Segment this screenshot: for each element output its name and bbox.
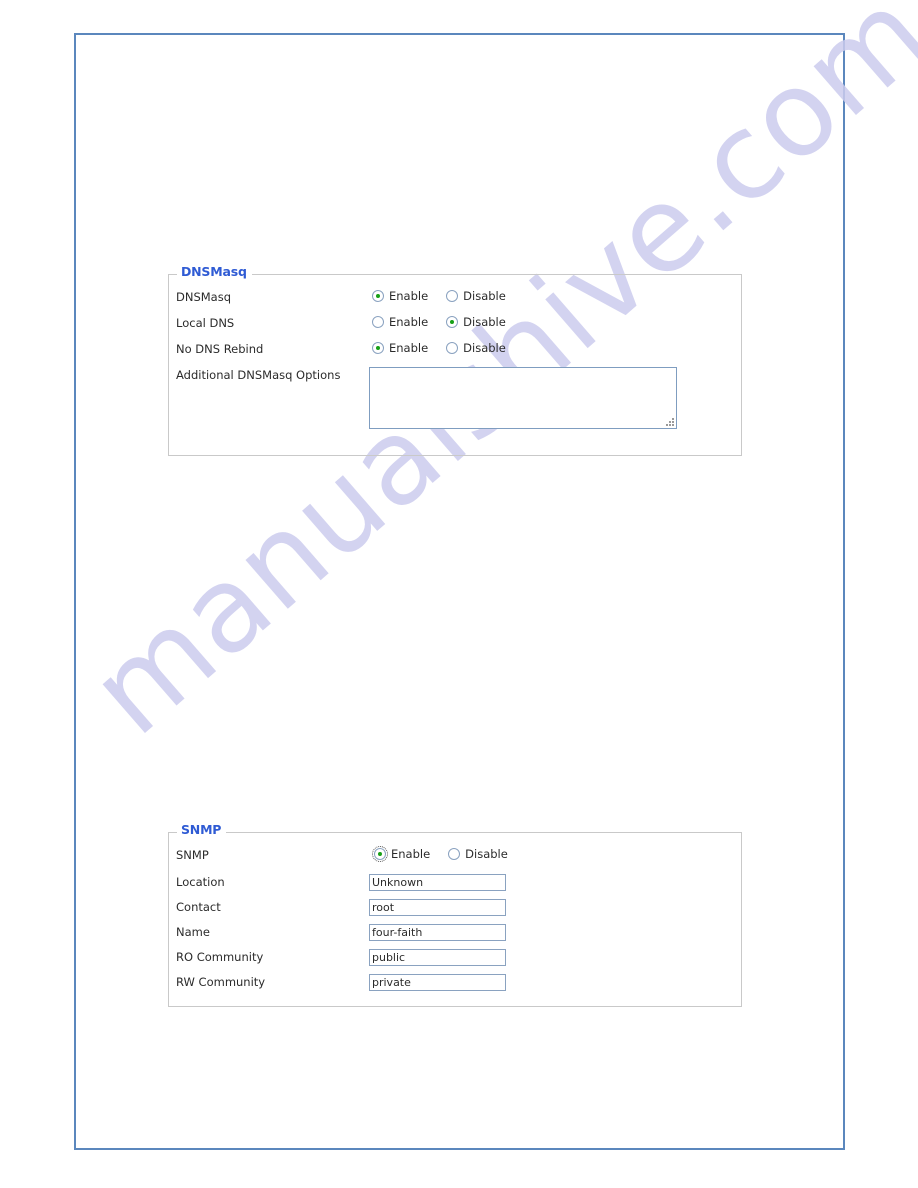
radio-snmp-enable[interactable]: Enable [372,846,431,862]
row-label-ro-community: RO Community [176,950,264,964]
row-label-dnsmasq: DNSMasq [176,290,232,304]
radio-no-dns-rebind-enable[interactable]: Enable [372,341,428,355]
row-label-no-dns-rebind: No DNS Rebind [176,342,264,356]
radio-snmp-enable-label: Enable [391,847,431,861]
control-snmp: Enable Disable [372,846,526,862]
radio-no-dns-rebind-enable-label: Enable [389,341,429,355]
row-additional-dnsmasq-options: Additional DNSMasq Options [169,367,741,433]
row-label-contact: Contact [176,900,221,914]
radio-empty-icon[interactable] [372,316,384,328]
rw-community-input[interactable]: private [369,974,506,991]
control-name: four-faith [369,924,506,941]
location-input[interactable]: Unknown [369,874,506,891]
additional-dnsmasq-options-textarea[interactable] [369,367,677,429]
control-location: Unknown [369,874,506,891]
row-no-dns-rebind: No DNS Rebind Enable Disable [169,341,741,367]
radio-no-dns-rebind-disable-label: Disable [463,341,506,355]
ro-community-input[interactable]: public [369,949,506,966]
radio-group-dnsmasq: Enable Disable [372,289,524,303]
row-local-dns: Local DNS Enable Disable [169,315,741,341]
radio-local-dns-disable[interactable]: Disable [446,315,506,329]
control-additional-dnsmasq-options [369,367,677,429]
radio-snmp-disable-label: Disable [465,847,508,861]
row-contact: Contact root [169,899,741,925]
control-ro-community: public [369,949,506,966]
radio-dnsmasq-disable-label: Disable [463,289,506,303]
row-rw-community: RW Community private [169,974,741,1000]
control-no-dns-rebind: Enable Disable [372,341,524,355]
row-label-rw-community: RW Community [176,975,266,989]
row-label-location: Location [176,875,225,889]
dnsmasq-panel: DNSMasq DNSMasq Enable Disable Local DNS [168,265,742,456]
radio-dnsmasq-enable[interactable]: Enable [372,289,428,303]
radio-no-dns-rebind-disable[interactable]: Disable [446,341,506,355]
control-rw-community: private [369,974,506,991]
name-input[interactable]: four-faith [369,924,506,941]
row-label-name: Name [176,925,210,939]
radio-snmp-disable[interactable]: Disable [448,847,508,861]
radio-dot-icon[interactable] [446,316,459,328]
row-label-local-dns: Local DNS [176,316,235,330]
radio-empty-icon[interactable] [446,290,459,302]
contact-input[interactable]: root [369,899,506,916]
radio-group-local-dns: Enable Disable [372,315,524,329]
row-name: Name four-faith [169,924,741,950]
row-label-snmp: SNMP [176,848,209,862]
radio-group-snmp: Enable Disable [372,846,526,862]
dnsmasq-panel-legend: DNSMasq [177,265,252,279]
row-location: Location Unknown [169,874,741,900]
radio-dot-icon[interactable] [372,290,384,302]
row-label-additional-dnsmasq-options: Additional DNSMasq Options [176,368,341,382]
control-local-dns: Enable Disable [372,315,524,329]
radio-dot-icon[interactable] [372,342,384,354]
control-dnsmasq: Enable Disable [372,289,524,303]
row-snmp: SNMP Enable Disable [169,846,741,873]
radio-group-no-dns-rebind: Enable Disable [372,341,524,355]
radio-dot-icon[interactable] [372,846,388,862]
radio-local-dns-enable-label: Enable [389,315,429,329]
snmp-panel: SNMP SNMP Enable Disable Location Unknow… [168,823,742,1007]
control-contact: root [369,899,506,916]
radio-empty-icon[interactable] [448,848,461,860]
radio-local-dns-disable-label: Disable [463,315,506,329]
radio-dnsmasq-disable[interactable]: Disable [446,289,506,303]
radio-dnsmasq-enable-label: Enable [389,289,429,303]
row-dnsmasq: DNSMasq Enable Disable [169,289,741,315]
radio-local-dns-enable[interactable]: Enable [372,315,428,329]
resize-grip-icon[interactable] [665,417,674,426]
snmp-panel-legend: SNMP [177,823,227,837]
row-ro-community: RO Community public [169,949,741,975]
radio-empty-icon[interactable] [446,342,459,354]
